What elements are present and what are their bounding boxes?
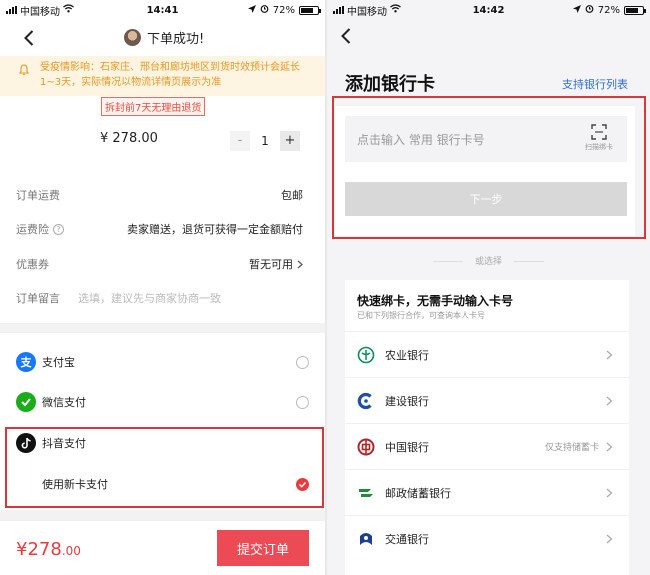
- alipay-radio[interactable]: [296, 355, 309, 369]
- total-amount: ¥278: [16, 539, 62, 560]
- help-icon[interactable]: ?: [53, 223, 64, 235]
- bank-item-ccb[interactable]: 建设银行: [345, 377, 629, 423]
- alipay-icon: 支: [16, 352, 36, 372]
- battery-percent: 72%: [597, 4, 620, 16]
- bank-name: 交通银行: [385, 532, 429, 546]
- or-choose-divider: 或选择: [327, 254, 650, 267]
- payment-option-new-card[interactable]: 使用新卡支付: [42, 470, 309, 498]
- shipping-value: 包邮: [281, 189, 303, 202]
- scan-card-button[interactable]: 扫描绑卡: [579, 124, 619, 152]
- message-input[interactable]: 选填，建议先与商家协商一致: [78, 290, 221, 306]
- ccb-bank-icon: [357, 392, 372, 409]
- notice-text: 受疫情影响：石家庄、邢台和廊坊地区到货时效预计会延长1~3天，实际情况以物流详情…: [40, 62, 300, 88]
- bank-name: 邮政储蓄银行: [385, 486, 451, 500]
- decrease-button[interactable]: -: [230, 131, 250, 151]
- add-bank-card-screen: 中国移动 14:42 72% 添加银行卡 支持银行列表 点击输入 常用 银行卡号…: [327, 0, 650, 575]
- location-icon: [572, 4, 581, 16]
- bank-name: 农业银行: [385, 348, 429, 362]
- bell-icon: [18, 64, 30, 76]
- bank-note: 仅支持储蓄卡: [544, 443, 599, 453]
- insurance-row[interactable]: 运费险 ? 卖家赠送，退货可获得一定金额赔付: [16, 219, 303, 239]
- section-divider: [0, 510, 325, 520]
- check-icon: [298, 481, 307, 488]
- chevron-right-icon: [606, 396, 613, 405]
- wechat-radio[interactable]: [296, 395, 309, 409]
- chevron-right-icon: [606, 488, 613, 497]
- scan-card-label: 扫描绑卡: [585, 143, 613, 151]
- checkout-bar: ¥278.00 提交订单: [0, 520, 325, 575]
- back-button[interactable]: [20, 28, 40, 48]
- bank-name: 中国银行: [385, 440, 429, 454]
- bank-item-abc[interactable]: 农业银行: [345, 331, 629, 377]
- douyin-pay-label: 抖音支付: [42, 437, 86, 450]
- quick-bind-title: 快速绑卡，无需手动输入卡号: [357, 294, 514, 308]
- chevron-left-icon: [341, 28, 351, 44]
- insurance-label: 运费险: [16, 223, 49, 236]
- bank-item-bocom[interactable]: 交通银行: [345, 515, 629, 561]
- epidemic-notice: 受疫情影响：石家庄、邢台和廊坊地区到货时效预计会延长1~3天，实际情况以物流详情…: [0, 56, 325, 96]
- chevron-left-icon: [24, 30, 34, 46]
- next-step-button[interactable]: 下一步: [345, 182, 627, 216]
- chevron-right-icon: [606, 350, 613, 359]
- card-entry-panel: 点击输入 常用 银行卡号 扫描绑卡 下一步: [335, 106, 635, 236]
- quick-bind-subtitle: 已和下列银行合作，可查询本人卡号: [357, 311, 485, 320]
- alarm-icon: [260, 4, 269, 16]
- douyin-icon: [16, 433, 36, 453]
- nav-bar: 下单成功!: [0, 20, 325, 56]
- battery-icon: [299, 5, 321, 15]
- bocom-bank-icon: [360, 532, 372, 545]
- boc-bank-icon: [357, 438, 375, 455]
- status-bar: 中国移动 14:41 72%: [0, 0, 325, 20]
- status-bar: 中国移动 14:42 72%: [327, 0, 650, 20]
- abc-bank-icon: [357, 346, 375, 363]
- alipay-label: 支付宝: [42, 356, 75, 369]
- insurance-value: 卖家赠送，退货可获得一定金额赔付: [127, 223, 303, 236]
- submit-order-button[interactable]: 提交订单: [217, 530, 309, 566]
- chevron-right-icon: [297, 260, 303, 268]
- battery-percent: 72%: [272, 4, 295, 16]
- scan-icon: [591, 124, 607, 140]
- card-number-placeholder: 点击输入 常用 银行卡号: [357, 132, 485, 147]
- supported-banks-link[interactable]: 支持银行列表: [562, 76, 628, 92]
- message-label: 订单留言: [16, 292, 60, 305]
- card-number-input[interactable]: 点击输入 常用 银行卡号 扫描绑卡: [345, 116, 627, 162]
- new-card-label: 使用新卡支付: [42, 478, 108, 491]
- back-button[interactable]: [337, 26, 357, 46]
- item-price: ¥ 278.00: [100, 131, 158, 146]
- location-icon: [247, 4, 256, 16]
- coupon-label: 优惠券: [16, 258, 49, 271]
- payment-option-wechat[interactable]: 微信支付: [16, 388, 309, 416]
- bank-name: 建设银行: [385, 394, 429, 408]
- order-total: ¥278.00: [16, 539, 81, 560]
- quick-bind-panel: 快速绑卡，无需手动输入卡号 已和下列银行合作，可查询本人卡号 农业银行 建设银行…: [345, 280, 629, 575]
- psbc-bank-icon: [359, 488, 373, 497]
- alarm-icon: [585, 4, 594, 16]
- new-card-radio[interactable]: [296, 477, 309, 491]
- total-decimal: .00: [61, 544, 81, 558]
- battery-icon: [624, 5, 646, 15]
- shipping-row: 订单运费 包邮: [16, 185, 303, 205]
- payment-option-douyin[interactable]: 抖音支付: [16, 429, 309, 457]
- coupon-row[interactable]: 优惠券 暂无可用: [16, 254, 303, 274]
- section-divider: [0, 323, 325, 333]
- message-row: 订单留言 选填，建议先与商家协商一致: [16, 288, 303, 308]
- page-title: 添加银行卡: [345, 74, 435, 95]
- page-title: 下单成功!: [147, 32, 205, 47]
- avatar: [124, 29, 141, 46]
- return-policy-tag: 拆封前7天无理由退货: [101, 97, 206, 116]
- bank-item-boc[interactable]: 中国银行 仅支持储蓄卡: [345, 423, 629, 469]
- wechat-pay-label: 微信支付: [42, 396, 86, 409]
- payment-option-alipay[interactable]: 支 支付宝: [16, 348, 309, 376]
- nav-bar: [327, 20, 650, 56]
- order-screen: 中国移动 14:41 72% 下单成功! 受疫情影响：石家庄、邢台和廊坊地区到货…: [0, 0, 325, 575]
- quantity-stepper: - 1 +: [230, 131, 300, 151]
- bank-item-psbc[interactable]: 邮政储蓄银行: [345, 469, 629, 515]
- coupon-value: 暂无可用: [249, 258, 293, 271]
- shipping-label: 订单运费: [16, 189, 60, 202]
- chevron-right-icon: [606, 534, 613, 543]
- wechat-pay-icon: [16, 392, 36, 412]
- chevron-right-icon: [606, 442, 613, 451]
- quantity-value: 1: [261, 134, 269, 148]
- increase-button[interactable]: +: [280, 131, 300, 151]
